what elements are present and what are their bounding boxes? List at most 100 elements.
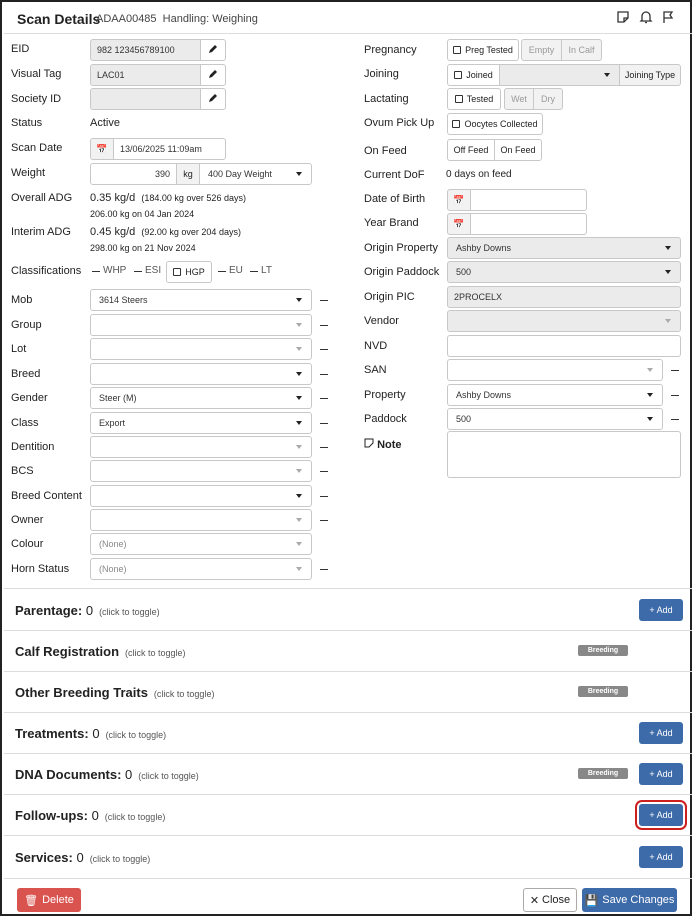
nvd-field[interactable] bbox=[447, 335, 681, 357]
interim-adg-label: Interim ADG bbox=[11, 226, 71, 238]
parentage-section[interactable]: Parentage: 0 (click to toggle) + Add bbox=[4, 588, 692, 630]
group-select[interactable] bbox=[90, 314, 312, 336]
weight-input[interactable]: 390 bbox=[90, 163, 177, 185]
clear-button[interactable] bbox=[320, 569, 328, 570]
add-treatment-button[interactable]: + Add bbox=[639, 722, 683, 744]
services-section[interactable]: Services: 0 (click to toggle) + Add bbox=[4, 835, 692, 877]
tested-checkbox[interactable]: Tested bbox=[447, 88, 501, 110]
eid-edit-button[interactable] bbox=[200, 39, 226, 61]
joined-checkbox[interactable]: Joined bbox=[447, 64, 500, 86]
clear-button[interactable] bbox=[320, 496, 328, 497]
on-feed-button[interactable]: On Feed bbox=[494, 139, 542, 161]
paddock-select[interactable]: 500 bbox=[447, 408, 663, 430]
lot-select[interactable] bbox=[90, 338, 312, 360]
society-id-edit-button[interactable] bbox=[200, 88, 226, 110]
section-title[interactable]: Services: 0 (click to toggle) bbox=[15, 850, 150, 865]
clear-button[interactable] bbox=[320, 349, 328, 350]
chevron-down-icon bbox=[296, 421, 302, 425]
clear-button[interactable] bbox=[320, 374, 328, 375]
close-button[interactable]: ✕ Close bbox=[523, 888, 577, 912]
clear-button[interactable] bbox=[320, 423, 328, 424]
hgp-checkbox[interactable]: HGP bbox=[166, 261, 212, 283]
clear-button[interactable] bbox=[320, 520, 328, 521]
origin-paddock-select[interactable]: 500 bbox=[447, 261, 681, 283]
clear-button[interactable] bbox=[671, 395, 679, 396]
chevron-down-icon bbox=[665, 270, 671, 274]
add-parentage-button[interactable]: + Add bbox=[639, 599, 683, 621]
weight-type-select[interactable]: 400 Day Weight bbox=[199, 163, 312, 185]
add-service-button[interactable]: + Add bbox=[639, 846, 683, 868]
calendar-button[interactable]: 📅 bbox=[90, 138, 114, 160]
flag-icon[interactable] bbox=[661, 10, 675, 24]
san-select[interactable] bbox=[447, 359, 663, 381]
dry-button[interactable]: Dry bbox=[533, 88, 563, 110]
dna-documents-section[interactable]: DNA Documents: 0 (click to toggle) Breedi… bbox=[4, 753, 692, 794]
colour-select[interactable]: (None) bbox=[90, 533, 312, 555]
lt-toggle[interactable]: LT bbox=[261, 265, 272, 276]
origin-property-select[interactable]: Ashby Downs bbox=[447, 237, 681, 259]
whp-toggle[interactable]: WHP bbox=[103, 265, 126, 276]
owner-select[interactable] bbox=[90, 509, 312, 531]
oocytes-checkbox[interactable]: Oocytes Collected bbox=[447, 113, 543, 135]
property-label: Property bbox=[364, 389, 406, 401]
wet-button[interactable]: Wet bbox=[504, 88, 534, 110]
esi-toggle[interactable]: ESI bbox=[145, 265, 161, 276]
bcs-select[interactable] bbox=[90, 460, 312, 482]
section-title[interactable]: Calf Registration (click to toggle) bbox=[15, 644, 186, 659]
delete-button[interactable]: 🗑 Delete bbox=[17, 888, 81, 912]
mob-select[interactable]: 3614 Steers bbox=[90, 289, 312, 311]
gender-select[interactable]: Steer (M) bbox=[90, 387, 312, 409]
bell-icon[interactable] bbox=[639, 10, 653, 24]
dentition-select[interactable] bbox=[90, 436, 312, 458]
treatments-section[interactable]: Treatments: 0 (click to toggle) + Add bbox=[4, 712, 692, 753]
followups-section[interactable]: Follow-ups: 0 (click to toggle) + Add bbox=[4, 794, 692, 835]
save-changes-button[interactable]: 💾 Save Changes bbox=[582, 888, 677, 912]
dob-field[interactable] bbox=[470, 189, 587, 211]
joining-type-button[interactable]: Joining Type bbox=[619, 64, 681, 86]
current-dof-value: 0 days on feed bbox=[446, 169, 512, 180]
clear-button[interactable] bbox=[671, 370, 679, 371]
on-feed-label: On Feed bbox=[364, 145, 407, 157]
eid-field[interactable]: 982 123456789100 bbox=[90, 39, 202, 61]
joining-select[interactable] bbox=[499, 64, 620, 86]
clear-button[interactable] bbox=[671, 419, 679, 420]
add-followup-button[interactable]: + Add bbox=[639, 804, 683, 826]
eu-toggle[interactable]: EU bbox=[229, 265, 243, 276]
empty-button[interactable]: Empty bbox=[521, 39, 562, 61]
breed-content-select[interactable] bbox=[90, 485, 312, 507]
scan-date-field[interactable]: 13/06/2025 11:09am bbox=[113, 138, 226, 160]
calendar-button[interactable]: 📅 bbox=[447, 213, 471, 235]
off-feed-button[interactable]: Off Feed bbox=[447, 139, 495, 161]
in-calf-button[interactable]: In Calf bbox=[561, 39, 602, 61]
clear-button[interactable] bbox=[320, 471, 328, 472]
section-title[interactable]: Parentage: 0 (click to toggle) bbox=[15, 603, 160, 618]
note-textarea[interactable] bbox=[447, 431, 681, 478]
calendar-button[interactable]: 📅 bbox=[447, 189, 471, 211]
clear-button[interactable] bbox=[320, 447, 328, 448]
visual-tag-edit-button[interactable] bbox=[200, 64, 226, 86]
bcs-label: BCS bbox=[11, 465, 34, 477]
horn-status-select[interactable]: (None) bbox=[90, 558, 312, 580]
calf-registration-section[interactable]: Calf Registration (click to toggle) Breed… bbox=[4, 630, 692, 671]
clear-button[interactable] bbox=[320, 398, 328, 399]
year-brand-field[interactable] bbox=[470, 213, 587, 235]
clear-button[interactable] bbox=[320, 325, 328, 326]
other-breeding-section[interactable]: Other Breeding Traits (click to toggle) B… bbox=[4, 671, 692, 712]
section-title[interactable]: Follow-ups: 0 (click to toggle) bbox=[15, 808, 165, 823]
origin-pic-field[interactable]: 2PROCELX bbox=[447, 286, 681, 308]
vendor-select[interactable] bbox=[447, 310, 681, 332]
breed-select[interactable] bbox=[90, 363, 312, 385]
dentition-label: Dentition bbox=[11, 441, 55, 453]
section-title[interactable]: DNA Documents: 0 (click to toggle) bbox=[15, 767, 199, 782]
section-title[interactable]: Other Breeding Traits (click to toggle) bbox=[15, 685, 214, 700]
clear-button[interactable] bbox=[320, 300, 328, 301]
add-dna-button[interactable]: + Add bbox=[639, 763, 683, 785]
note-icon[interactable] bbox=[616, 10, 630, 24]
section-title[interactable]: Treatments: 0 (click to toggle) bbox=[15, 726, 166, 741]
property-select[interactable]: Ashby Downs bbox=[447, 384, 663, 406]
visual-tag-field[interactable]: LAC01 bbox=[90, 64, 202, 86]
society-id-field[interactable] bbox=[90, 88, 202, 110]
save-icon: 💾 bbox=[584, 894, 599, 907]
class-select[interactable]: Export bbox=[90, 412, 312, 434]
preg-tested-checkbox[interactable]: Preg Tested bbox=[447, 39, 519, 61]
